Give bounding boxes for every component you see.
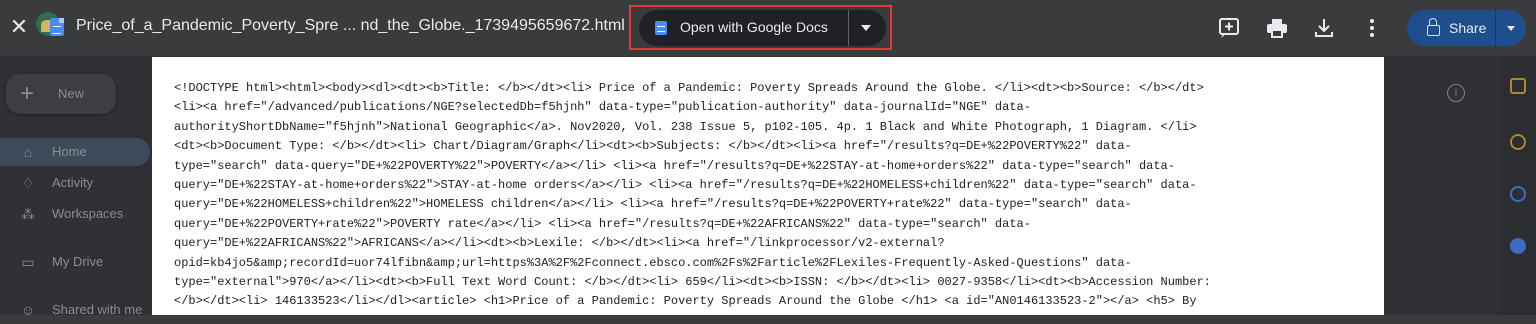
- text-line: query="DE+%22HOMELESS+children%22">HOMEL…: [174, 197, 1132, 212]
- sidebar-item-activity: ♢ Activity: [21, 175, 94, 191]
- new-label: New: [58, 86, 85, 101]
- sidebar-item-workspaces: ⁂ Workspaces: [21, 206, 124, 222]
- divider: [848, 10, 849, 46]
- text-line: <li><a href="/advanced/publications/NGE?…: [174, 100, 1031, 115]
- keep-icon: [1510, 134, 1526, 150]
- chevron-down-icon[interactable]: [861, 25, 871, 31]
- side-panel-rail: [1500, 56, 1536, 315]
- bell-icon: ♢: [21, 175, 35, 191]
- plus-icon: +: [20, 80, 35, 107]
- contacts-icon: [1510, 238, 1526, 254]
- document-file-icon: [50, 18, 64, 36]
- text-line: type="external">970</a></li><dt><b>Full …: [174, 275, 1211, 290]
- workspaces-icon: ⁂: [21, 206, 35, 222]
- sidebar-item-home: ⌂ Home: [0, 138, 150, 166]
- viewer-toolbar: ✕ Price_of_a_Pandemic_Poverty_Spre ... n…: [0, 0, 1536, 56]
- text-line: <dt><b>Document Type: </b></dt><li> Char…: [174, 139, 1132, 154]
- text-line: opid=kb4jo5&amp;recordId=uor74lfibn&amp;…: [174, 255, 1132, 270]
- text-line: authorityShortDbName="f5hjnh">National G…: [174, 119, 1197, 134]
- drive-icon: ▭: [21, 254, 35, 270]
- print-icon[interactable]: [1266, 17, 1288, 39]
- sidebar-item-shared: ☺ Shared with me: [20, 302, 143, 318]
- text-line: query="DE+%22STAY-at-home+orders%22">STA…: [174, 178, 1197, 193]
- home-icon: ⌂: [23, 144, 33, 160]
- close-icon[interactable]: ✕: [8, 16, 30, 38]
- text-line: type="search" data-query="DE+%22POVERTY%…: [174, 158, 1175, 173]
- lock-icon: [1427, 18, 1440, 36]
- sidebar-item-my-drive: ▭ My Drive: [21, 254, 104, 270]
- google-docs-icon: [655, 21, 667, 35]
- chevron-down-icon[interactable]: [1507, 26, 1515, 31]
- file-name: Price_of_a_Pandemic_Poverty_Spre ... nd_…: [76, 17, 625, 34]
- drive-sidebar: + New ⌂ Home ♢ Activity ⁂ Workspaces ▭ M…: [0, 56, 150, 318]
- more-vert-icon[interactable]: [1361, 17, 1383, 39]
- people-icon: ☺: [20, 302, 36, 318]
- share-button[interactable]: Share: [1407, 10, 1526, 46]
- divider: [1495, 10, 1496, 46]
- document-text: <!DOCTYPE html><html><body><dl><dt><b>Ti…: [174, 79, 1370, 312]
- text-line: query="DE+%22POVERTY+rate%22">POVERTY ra…: [174, 216, 1031, 231]
- text-line: query="DE+%22AFRICANS%22">AFRICANS</a></…: [174, 236, 945, 251]
- tasks-icon: [1510, 186, 1526, 202]
- calendar-icon: [1510, 78, 1526, 94]
- document-preview[interactable]: <!DOCTYPE html><html><body><dl><dt><b>Ti…: [152, 57, 1384, 315]
- text-line: <!DOCTYPE html><html><body><dl><dt><b>Ti…: [174, 81, 1204, 95]
- add-comment-icon[interactable]: [1218, 17, 1240, 39]
- info-icon: i: [1447, 84, 1465, 102]
- text-line: </b></dt><li> 146133523</li></dl><articl…: [174, 294, 1197, 309]
- open-with-label: Open with Google Docs: [680, 19, 828, 35]
- new-button: + New: [6, 74, 116, 114]
- share-label: Share: [1449, 20, 1487, 36]
- open-with-button[interactable]: Open with Google Docs: [639, 10, 886, 46]
- download-icon[interactable]: [1313, 17, 1335, 39]
